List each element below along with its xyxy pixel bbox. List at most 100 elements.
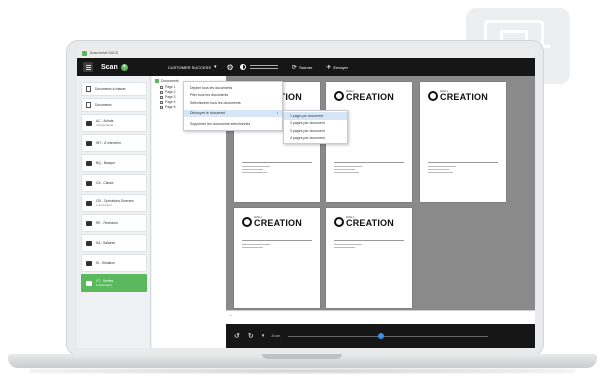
customer-select[interactable]: CUSTOMER SUCCESS ▾ bbox=[168, 64, 217, 70]
window-title: Scan'arrivé SUCS bbox=[90, 51, 119, 55]
text-lines bbox=[428, 166, 498, 175]
folder-name: RE - Revisions bbox=[96, 221, 118, 225]
folder-icon bbox=[86, 140, 92, 146]
folder-count: 1 document bbox=[96, 283, 112, 287]
folder-icon bbox=[86, 260, 92, 266]
folder-item[interactable]: BQ - Banque bbox=[81, 154, 147, 172]
folder-name: SI - Situation bbox=[96, 261, 115, 265]
send-button[interactable]: ✈ Envoyer bbox=[326, 64, 348, 71]
zoom-slider-handle[interactable] bbox=[378, 332, 385, 339]
folder-icon bbox=[86, 200, 92, 206]
tree-page-label: Page 4 bbox=[165, 100, 176, 104]
folder-icon bbox=[86, 240, 92, 246]
submenu-item[interactable]: 2 pages par document bbox=[284, 120, 347, 128]
folder-name: INT - À intervenir bbox=[96, 141, 121, 145]
chevron-down-icon: ▾ bbox=[214, 64, 217, 70]
folder-count: 4 documents bbox=[96, 123, 114, 127]
divider bbox=[428, 162, 498, 163]
redo-icon[interactable]: ↻ bbox=[248, 332, 254, 340]
page-thumbnail[interactable]: HIGHCREATION bbox=[420, 82, 506, 202]
brand-logo: HIGHCREATION bbox=[334, 216, 394, 228]
folder-item[interactable]: CA - Caisse bbox=[81, 174, 147, 192]
folder-item[interactable]: INT - À intervenir bbox=[81, 134, 147, 152]
context-menu: Déplier tous les documents Plier tous le… bbox=[183, 81, 283, 131]
checkbox-icon bbox=[160, 95, 163, 99]
folder-item-active[interactable]: VT - Ventes 1 document bbox=[81, 274, 147, 292]
folder-name: Documents bbox=[95, 103, 112, 107]
menu-item-split-document[interactable]: Découper le document › bbox=[184, 109, 282, 117]
folder-item[interactable]: RE - Revisions bbox=[81, 214, 147, 232]
folder-item[interactable]: OD - Opérations Diverses 1 document bbox=[81, 194, 147, 212]
divider bbox=[242, 240, 312, 241]
contrast-toggle-icon[interactable]: ◐ bbox=[262, 333, 266, 339]
submenu-item[interactable]: 4 pages par document bbox=[284, 135, 347, 143]
folder-icon bbox=[86, 120, 92, 126]
tree-page-label: Page 5 bbox=[165, 105, 176, 109]
page-thumbnail[interactable]: HIGHCREATION bbox=[326, 208, 412, 308]
plus-icon[interactable]: + bbox=[120, 63, 128, 71]
split-submenu: 1 page par document 2 pages par document… bbox=[283, 110, 348, 144]
scan-label: Scan bbox=[101, 63, 118, 71]
inbox-icon bbox=[86, 86, 91, 92]
tree-page[interactable]: Page 2 bbox=[160, 90, 175, 94]
menu-item-select-all[interactable]: Sélectionner tous les documents bbox=[184, 99, 282, 107]
folder-item[interactable]: SI - Situation bbox=[81, 254, 147, 272]
text-lines bbox=[334, 244, 404, 250]
bottom-toolbar: ↺ ↻ ◐ Zoom bbox=[226, 324, 535, 348]
rotate-label: Tourner bbox=[298, 64, 313, 70]
submenu-item[interactable]: 1 page par document bbox=[284, 112, 347, 120]
folder-name: Documents à classer bbox=[95, 87, 126, 91]
caret-icon[interactable]: ⌃ bbox=[229, 314, 232, 319]
divider bbox=[334, 240, 404, 241]
customer-name: CUSTOMER SUCCESS bbox=[167, 64, 211, 70]
laptop-shadow bbox=[30, 368, 575, 374]
folder-item[interactable]: Documents à classer bbox=[81, 82, 147, 96]
app-icon bbox=[82, 50, 87, 56]
send-label: Envoyer bbox=[333, 64, 348, 70]
tree-page[interactable]: Page 1 bbox=[160, 85, 175, 89]
page-thumbnail[interactable]: HIGHCREATION bbox=[234, 208, 320, 308]
folder-name: CA - Caisse bbox=[96, 181, 114, 185]
contrast-icon[interactable] bbox=[239, 64, 246, 70]
rotate-button[interactable]: ⟳ Tourner bbox=[292, 64, 313, 71]
submenu-item[interactable]: 3 pages par document bbox=[284, 127, 347, 135]
zoom-label: Zoom bbox=[271, 334, 281, 338]
tree-page-label: Page 2 bbox=[165, 90, 176, 94]
menu-item-expand-all[interactable]: Déplier tous les documents bbox=[184, 84, 282, 92]
menu-item-delete-selected[interactable]: Supprimer les documents sélectionnés bbox=[184, 120, 282, 128]
folder-item[interactable]: SA - Salaires bbox=[81, 234, 147, 252]
menu-item-collapse-all[interactable]: Plier tous les documents bbox=[184, 92, 282, 100]
gear-icon[interactable]: ⚙ bbox=[227, 63, 234, 72]
rotate-icon: ⟳ bbox=[291, 64, 297, 71]
folder-item[interactable]: Documents bbox=[81, 98, 147, 112]
tree-page-label: Page 3 bbox=[165, 95, 176, 99]
undo-icon[interactable]: ↺ bbox=[234, 332, 240, 340]
send-icon: ✈ bbox=[326, 64, 332, 71]
folder-icon bbox=[86, 180, 92, 186]
tree-page-label: Page 1 bbox=[165, 85, 176, 89]
checkbox-icon bbox=[160, 85, 163, 89]
thumbnail-strip: ⌃ bbox=[226, 310, 535, 324]
tree-page[interactable]: Page 3 bbox=[160, 95, 175, 99]
folder-name: SA - Salaires bbox=[96, 241, 116, 245]
adjust-sliders[interactable] bbox=[249, 65, 278, 69]
tree-checkbox-icon bbox=[155, 79, 159, 83]
app-window: Scan'arrivé SUCS Scan + CUSTOMER SUCCESS… bbox=[77, 48, 535, 348]
stage: Scan'arrivé SUCS Scan + CUSTOMER SUCCESS… bbox=[0, 0, 605, 378]
brand-logo: HIGHCREATION bbox=[242, 216, 302, 228]
hamburger-icon[interactable] bbox=[83, 62, 93, 72]
title-bar: Scan'arrivé SUCS bbox=[77, 48, 535, 58]
laptop-notch bbox=[262, 354, 342, 359]
checkbox-icon bbox=[160, 90, 163, 94]
folder-icon bbox=[86, 220, 92, 226]
tree-root[interactable]: Documents bbox=[155, 79, 179, 83]
text-lines bbox=[242, 244, 312, 250]
folder-icon bbox=[86, 280, 92, 286]
zoom-slider[interactable] bbox=[288, 332, 489, 339]
text-lines bbox=[242, 166, 312, 175]
brand-logo: HIGHCREATION bbox=[428, 90, 488, 102]
folder-item[interactable]: AC - Achats 4 documents bbox=[81, 114, 147, 132]
divider bbox=[242, 162, 312, 163]
tree-page[interactable]: Page 4 bbox=[160, 100, 175, 104]
tree-page[interactable]: Page 5 bbox=[160, 105, 175, 109]
